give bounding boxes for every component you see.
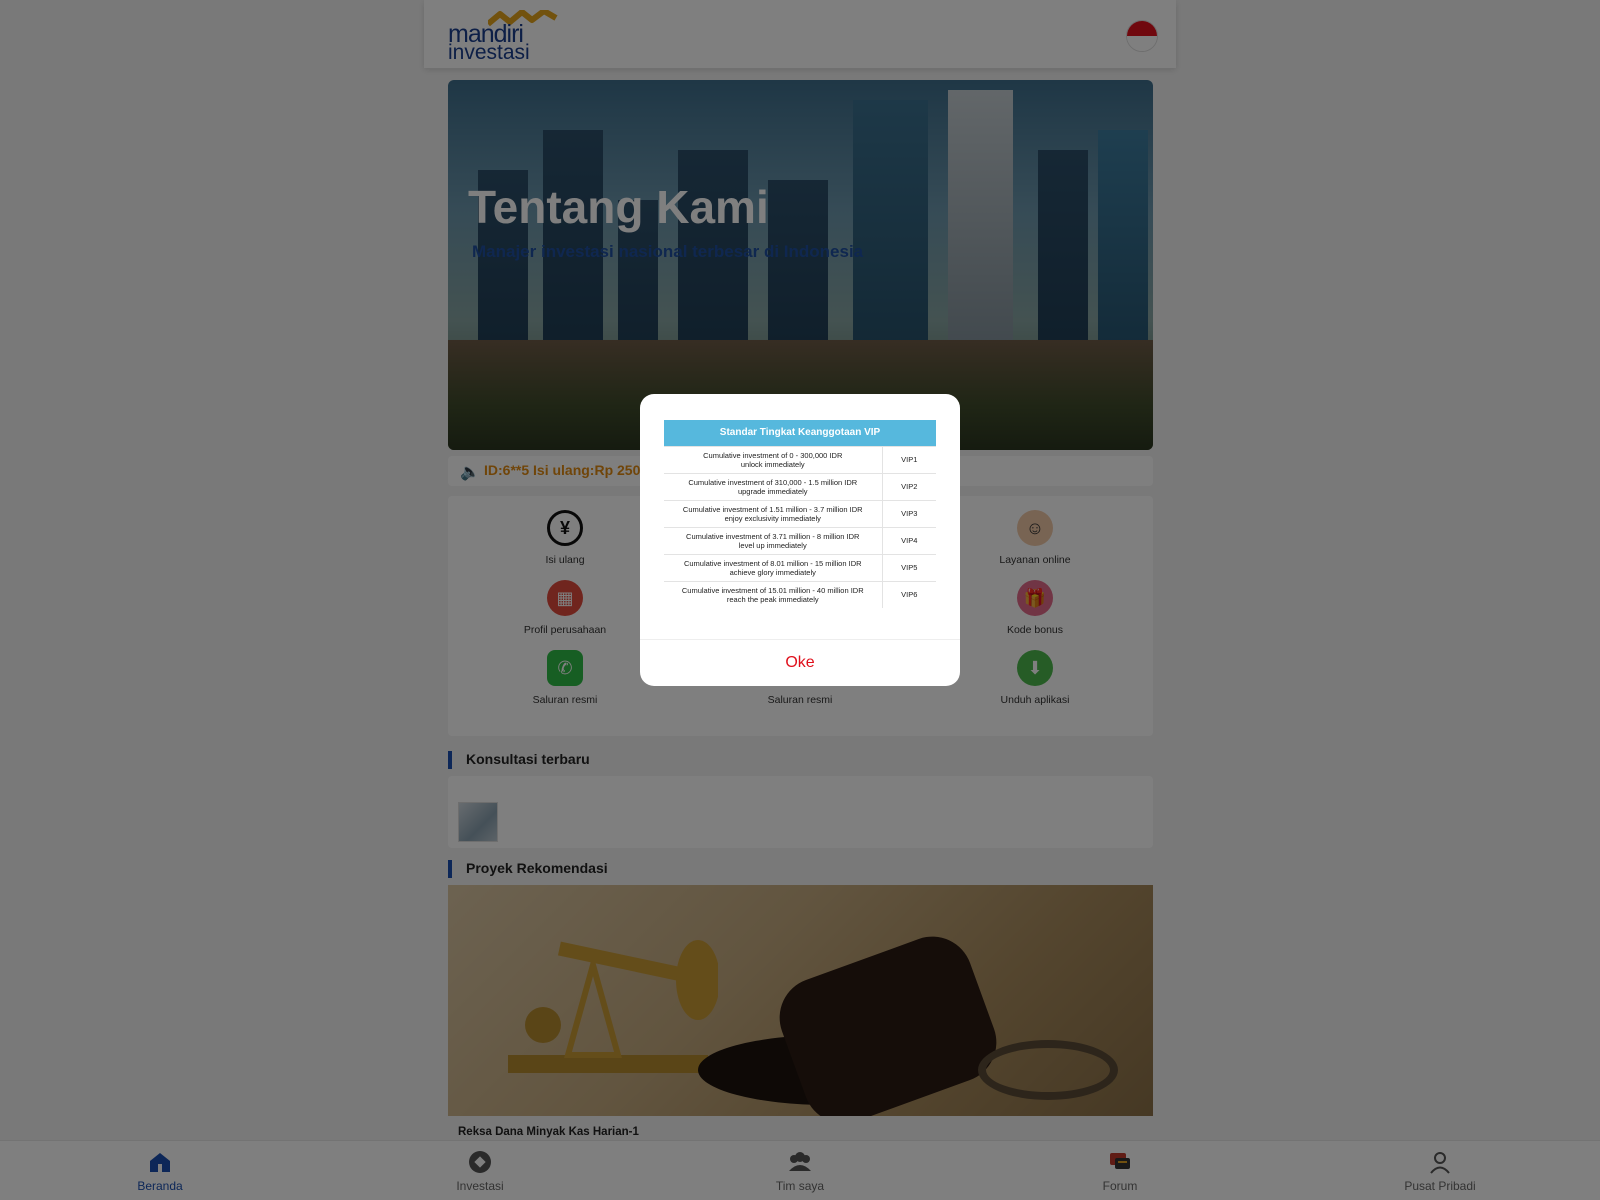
table-row: Cumulative investment of 3.71 million - …	[664, 526, 936, 554]
vip-row-description: Cumulative investment of 15.01 million -…	[664, 580, 883, 608]
table-row: Cumulative investment of 8.01 million - …	[664, 553, 936, 581]
table-row: Cumulative investment of 1.51 million - …	[664, 499, 936, 527]
vip-table-title: Standar Tingkat Keanggotaan VIP	[664, 420, 936, 446]
vip-row-level: VIP6	[882, 580, 936, 608]
vip-row-level: VIP5	[882, 553, 936, 581]
vip-row-level: VIP3	[882, 499, 936, 527]
modal-footer: Oke	[640, 639, 960, 686]
vip-row-level: VIP1	[882, 445, 936, 473]
oke-button[interactable]: Oke	[785, 654, 814, 672]
vip-row-description: Cumulative investment of 8.01 million - …	[664, 553, 883, 581]
vip-row-description: Cumulative investment of 310,000 - 1.5 m…	[664, 472, 883, 500]
table-row: Cumulative investment of 0 - 300,000 IDR…	[664, 445, 936, 473]
vip-level-table: Standar Tingkat Keanggotaan VIP Cumulati…	[664, 420, 936, 608]
table-row: Cumulative investment of 310,000 - 1.5 m…	[664, 472, 936, 500]
vip-row-description: Cumulative investment of 3.71 million - …	[664, 526, 883, 554]
vip-row-description: Cumulative investment of 0 - 300,000 IDR…	[664, 445, 883, 473]
vip-row-level: VIP4	[882, 526, 936, 554]
vip-row-description: Cumulative investment of 1.51 million - …	[664, 499, 883, 527]
vip-level-modal: Standar Tingkat Keanggotaan VIP Cumulati…	[640, 394, 960, 686]
table-row: Cumulative investment of 15.01 million -…	[664, 580, 936, 608]
vip-row-level: VIP2	[882, 472, 936, 500]
